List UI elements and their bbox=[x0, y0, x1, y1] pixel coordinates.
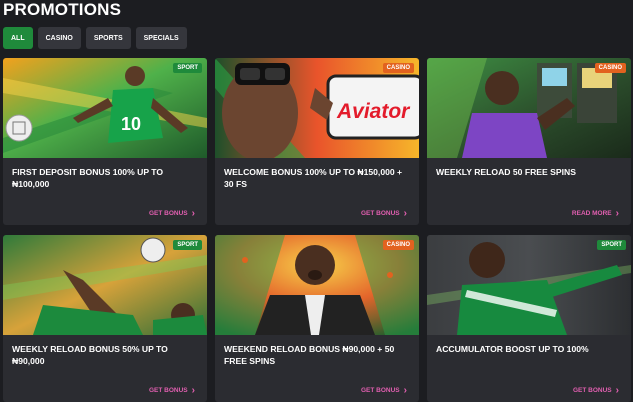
promo-card[interactable]: SPORT ACCUMULATOR BOOST UP TO 100% GET B… bbox=[427, 235, 631, 402]
sport-badge: SPORT bbox=[173, 63, 202, 73]
cta-label: READ MORE bbox=[571, 210, 612, 217]
filter-sports[interactable]: SPORTS bbox=[85, 27, 131, 49]
promo-title: WEEKEND RELOAD BONUS ₦90,000 + 50 FREE S… bbox=[224, 344, 395, 366]
chevron-right-icon: › bbox=[615, 207, 619, 219]
page-title: PROMOTIONS bbox=[3, 0, 122, 19]
cta-label: GET BONUS bbox=[149, 210, 188, 217]
chevron-right-icon: › bbox=[615, 384, 619, 396]
chevron-right-icon: › bbox=[403, 384, 407, 396]
promo-card[interactable]: CASINO WEEKLY RELOAD 50 FREE SPINS READ … bbox=[427, 58, 631, 225]
casino-badge: CASINO bbox=[382, 63, 414, 73]
get-bonus-link[interactable]: GET BONUS › bbox=[361, 384, 407, 396]
promo-card[interactable]: CASINO WEEKEND RELOAD BONUS ₦90,000 + 50… bbox=[215, 235, 419, 402]
promo-title: WEEKLY RELOAD BONUS 50% UP TO ₦90,000 bbox=[12, 344, 168, 366]
casino-badge: CASINO bbox=[382, 240, 414, 250]
promo-title: ACCUMULATOR BOOST UP TO 100% bbox=[436, 344, 589, 354]
promo-image: CASINO bbox=[427, 58, 631, 158]
casino-badge: CASINO bbox=[594, 63, 626, 73]
promo-image: SPORT bbox=[427, 235, 631, 335]
filter-specials[interactable]: SPECIALS bbox=[135, 27, 187, 49]
svg-text:10: 10 bbox=[121, 114, 141, 134]
sport-badge: SPORT bbox=[173, 240, 202, 250]
chevron-right-icon: › bbox=[191, 384, 195, 396]
promotions-grid: 10 SPORT FIRST DEPOSIT BONUS 100% UP TO … bbox=[3, 58, 631, 402]
get-bonus-link[interactable]: GET BONUS › bbox=[149, 384, 195, 396]
promo-image: SPORT bbox=[3, 235, 207, 335]
cta-label: GET BONUS bbox=[573, 387, 612, 394]
promo-title: WELCOME BONUS 100% UP TO ₦150,000 + 30 F… bbox=[224, 167, 403, 189]
promo-image: CASINO bbox=[215, 235, 419, 335]
filter-all[interactable]: ALL bbox=[3, 27, 33, 49]
filter-bar: ALL CASINO SPORTS SPECIALS bbox=[3, 27, 187, 49]
promo-image: 10 SPORT bbox=[3, 58, 207, 158]
promotions-page: PROMOTIONS ALL CASINO SPORTS SPECIALS 10… bbox=[0, 0, 633, 402]
promo-title: FIRST DEPOSIT BONUS 100% UP TO ₦100,000 bbox=[12, 167, 164, 189]
promo-title: WEEKLY RELOAD 50 FREE SPINS bbox=[436, 167, 576, 177]
get-bonus-link[interactable]: GET BONUS › bbox=[361, 207, 407, 219]
cta-label: GET BONUS bbox=[361, 210, 400, 217]
promo-card[interactable]: 10 SPORT FIRST DEPOSIT BONUS 100% UP TO … bbox=[3, 58, 207, 225]
cta-label: GET BONUS bbox=[361, 387, 400, 394]
get-bonus-link[interactable]: GET BONUS › bbox=[573, 384, 619, 396]
promo-image: Aviator CASINO bbox=[215, 58, 419, 158]
get-bonus-link[interactable]: GET BONUS › bbox=[149, 207, 195, 219]
read-more-link[interactable]: READ MORE › bbox=[571, 207, 619, 219]
promo-card[interactable]: SPORT WEEKLY RELOAD BONUS 50% UP TO ₦90,… bbox=[3, 235, 207, 402]
chevron-right-icon: › bbox=[191, 207, 195, 219]
filter-casino[interactable]: CASINO bbox=[37, 27, 81, 49]
cta-label: GET BONUS bbox=[149, 387, 188, 394]
sport-badge: SPORT bbox=[597, 240, 626, 250]
promo-card[interactable]: Aviator CASINO WELCOME BONUS 100% UP TO … bbox=[215, 58, 419, 225]
chevron-right-icon: › bbox=[403, 207, 407, 219]
aviator-text: Aviator bbox=[336, 100, 411, 123]
